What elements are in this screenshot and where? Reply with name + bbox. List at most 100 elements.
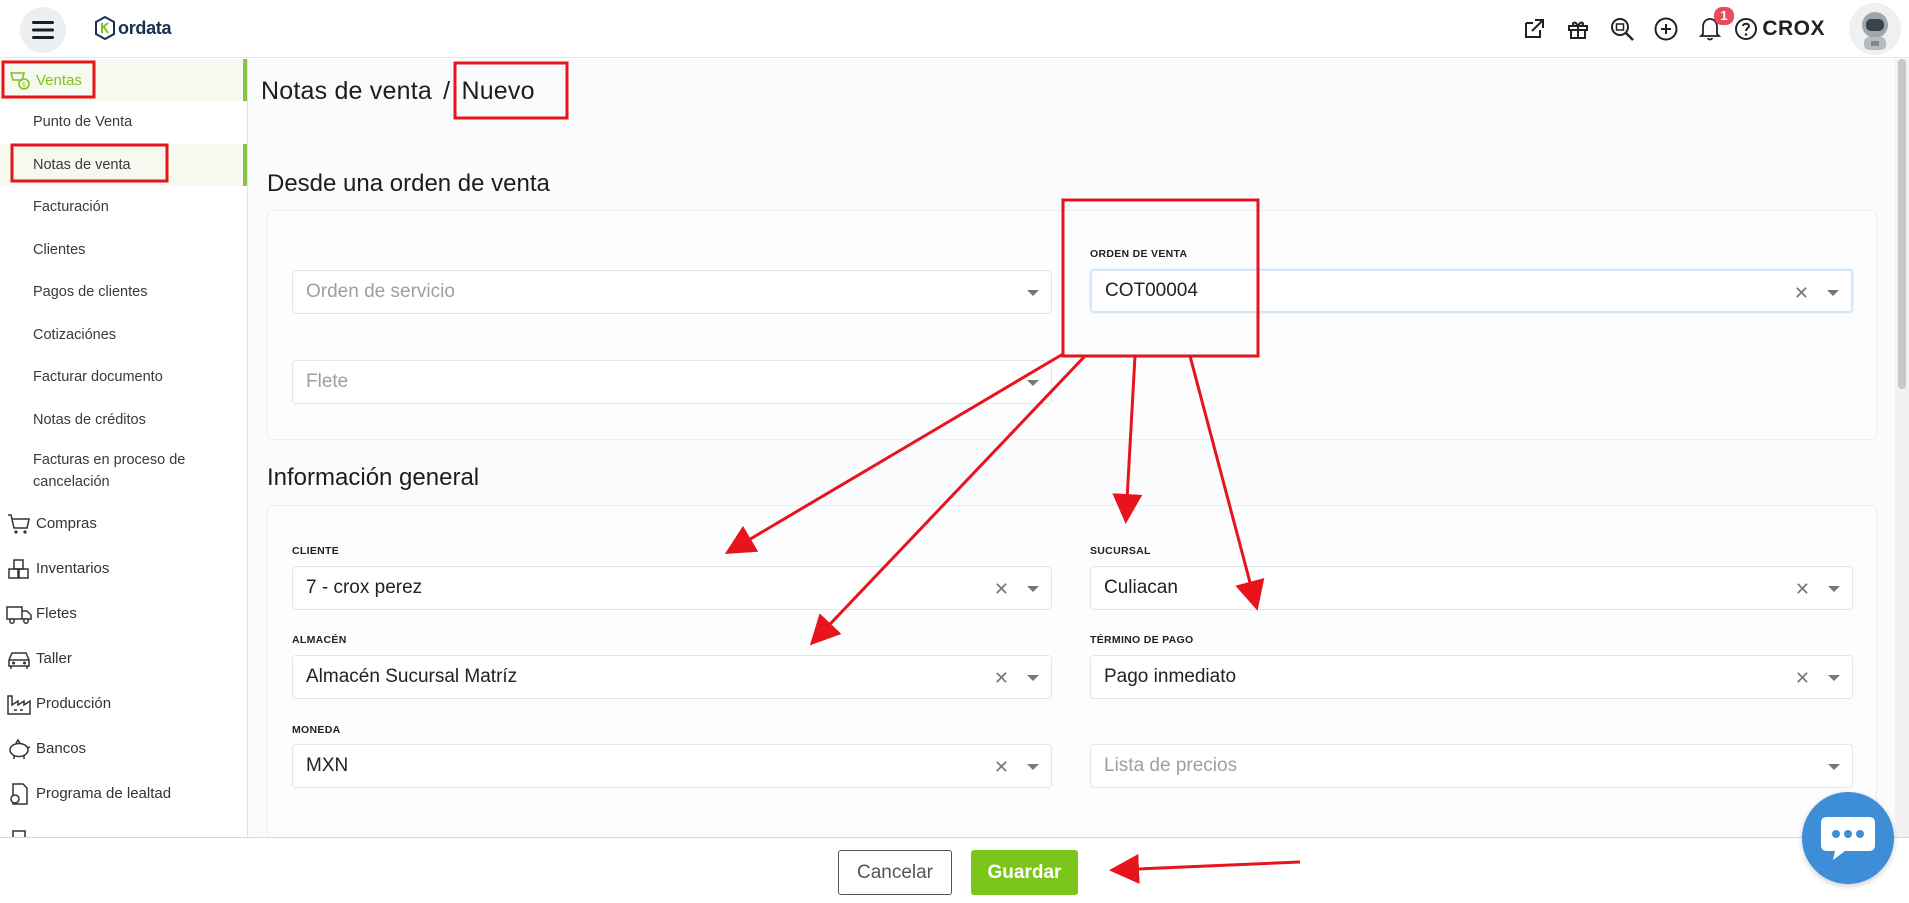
clear-icon[interactable]: ✕ <box>1795 579 1810 600</box>
card-desde-orden: Orden de servicio Flete ORDEN DE VENTA C… <box>267 210 1877 440</box>
sidebar: $ Ventas Punto de Venta Notas de venta F… <box>0 59 248 837</box>
sidebar-item-facturar-documento[interactable]: Facturar documento <box>0 356 247 399</box>
scrollbar-thumb[interactable] <box>1898 59 1906 389</box>
help-icon <box>1735 18 1758 40</box>
app-logo[interactable]: ordata <box>94 16 172 40</box>
astronaut-avatar-icon <box>1862 12 1888 50</box>
cancel-button[interactable]: Cancelar <box>838 850 952 895</box>
sidebar-item-label: Bancos <box>36 740 87 757</box>
chevron-down-icon[interactable] <box>1027 586 1039 592</box>
sidebar-item-clientes[interactable]: Clientes <box>0 229 247 272</box>
clear-icon[interactable]: ✕ <box>1794 283 1809 304</box>
almacen-label: ALMACÉN <box>292 634 347 646</box>
chevron-down-icon[interactable] <box>1027 290 1039 296</box>
sales-icon: $ <box>8 68 32 92</box>
clear-icon[interactable]: ✕ <box>994 757 1009 778</box>
chevron-down-icon[interactable] <box>1027 764 1039 770</box>
moneda-label: MONEDA <box>292 724 341 736</box>
sidebar-item-fletes[interactable]: Fletes <box>0 591 247 636</box>
sidebar-item-label: Fletes <box>36 605 77 622</box>
chevron-down-icon[interactable] <box>1027 675 1039 681</box>
menu-icon <box>32 21 54 39</box>
orden-de-servicio-select[interactable]: Orden de servicio <box>292 270 1052 314</box>
chevron-down-icon[interactable] <box>1827 290 1839 296</box>
external-link-icon <box>1525 19 1545 38</box>
sidebar-item-punto-de-venta[interactable]: Punto de Venta <box>0 101 247 144</box>
sidebar-item-compras[interactable]: Compras <box>0 501 247 546</box>
orden-de-venta-select[interactable]: COT00004 ✕ <box>1090 269 1853 313</box>
truck-icon <box>6 601 32 627</box>
boxes-icon <box>6 556 32 582</box>
sidebar-item-facturas-cancelacion[interactable]: Facturas en proceso de cancelación <box>0 441 247 501</box>
top-bar: ordata 1 CROX <box>0 0 1909 58</box>
cliente-value: 7 - crox perez <box>306 577 423 598</box>
add-button[interactable] <box>1648 11 1684 47</box>
breadcrumb-current: Nuevo <box>461 77 535 105</box>
sucursal-select[interactable]: Culiacan ✕ <box>1090 566 1853 610</box>
main-content: Notas de venta / Nuevo Desde una orden d… <box>249 59 1895 837</box>
chevron-down-icon[interactable] <box>1828 675 1840 681</box>
save-button[interactable]: Guardar <box>971 850 1078 895</box>
notification-badge: 1 <box>1714 7 1734 25</box>
user-name[interactable]: CROX <box>1762 17 1825 41</box>
sidebar-item-notas-de-venta[interactable]: Notas de venta <box>0 143 247 186</box>
sidebar-item-facturacion[interactable]: Facturación <box>0 186 247 229</box>
cliente-label: CLIENTE <box>292 545 340 557</box>
card-informacion-general: CLIENTE 7 - crox perez ✕ SUCURSAL Culiac… <box>267 505 1877 837</box>
external-link-button[interactable] <box>1516 11 1552 47</box>
chevron-down-icon[interactable] <box>1828 764 1840 770</box>
sidebar-item-label: Inventarios <box>36 560 110 577</box>
add-circle-icon <box>1654 17 1678 41</box>
moneda-select[interactable]: MXN ✕ <box>292 744 1052 788</box>
search-zoom-icon <box>1611 18 1635 41</box>
almacen-select[interactable]: Almacén Sucursal Matríz ✕ <box>292 655 1052 699</box>
sucursal-value: Culiacan <box>1104 577 1178 598</box>
sidebar-section-label: Ventas <box>36 71 82 89</box>
hamburger-menu-button[interactable] <box>20 7 66 53</box>
help-button[interactable] <box>1732 11 1760 47</box>
chevron-down-icon[interactable] <box>1828 586 1840 592</box>
lista-de-precios-select[interactable]: Lista de precios <box>1090 744 1853 788</box>
sidebar-item-cotizaciones[interactable]: Cotizaciónes <box>0 314 247 357</box>
notifications-button[interactable]: 1 <box>1692 7 1734 47</box>
sidebar-item-inventarios[interactable]: Inventarios <box>0 546 247 591</box>
sidebar-item-pagos-de-clientes[interactable]: Pagos de clientes <box>0 271 247 314</box>
cliente-select[interactable]: 7 - crox perez ✕ <box>292 566 1052 610</box>
sidebar-item-label: Compras <box>36 515 97 532</box>
sidebar-item-taller[interactable]: Taller <box>0 636 247 681</box>
chevron-down-icon[interactable] <box>1027 380 1039 386</box>
sidebar-item-more[interactable] <box>0 816 247 837</box>
sidebar-item-produccion[interactable]: Producción <box>0 681 247 726</box>
termino-de-pago-value: Pago inmediato <box>1104 666 1237 687</box>
sidebar-section-ventas[interactable]: $ Ventas <box>0 59 247 101</box>
clear-icon[interactable]: ✕ <box>994 668 1009 689</box>
sidebar-item-label: Programa de lealtad <box>36 785 172 802</box>
clear-icon[interactable]: ✕ <box>1795 668 1810 689</box>
sucursal-label: SUCURSAL <box>1090 545 1151 557</box>
sidebar-item-bancos[interactable]: Bancos <box>0 726 247 771</box>
factory-icon <box>6 691 32 717</box>
sidebar-item-label: Producción <box>36 695 112 712</box>
chat-bubble-icon <box>1821 817 1875 860</box>
page-scrollbar[interactable] <box>1895 59 1909 837</box>
gift-button[interactable] <box>1560 11 1596 47</box>
lista-de-precios-placeholder: Lista de precios <box>1104 755 1238 776</box>
breadcrumb-parent[interactable]: Notas de venta <box>261 77 432 105</box>
car-icon <box>6 646 32 672</box>
breadcrumb-separator: / <box>443 77 451 105</box>
section-title-informacion-general: Información general <box>267 464 480 491</box>
svg-text:$: $ <box>22 81 26 89</box>
sidebar-item-notas-de-creditos[interactable]: Notas de créditos <box>0 399 247 442</box>
document-icon <box>6 826 32 837</box>
search-button[interactable] <box>1604 11 1640 47</box>
orden-de-venta-label: ORDEN DE VENTA <box>1090 248 1188 260</box>
user-avatar[interactable] <box>1849 3 1901 55</box>
orden-de-venta-value: COT00004 <box>1105 280 1198 301</box>
clear-icon[interactable]: ✕ <box>994 579 1009 600</box>
sidebar-item-label: Taller <box>36 650 72 667</box>
sidebar-item-programa-de-lealtad[interactable]: Programa de lealtad <box>0 771 247 816</box>
flete-select[interactable]: Flete <box>292 360 1052 404</box>
logo-mark-icon <box>95 16 115 40</box>
chat-button[interactable] <box>1802 792 1894 884</box>
termino-de-pago-select[interactable]: Pago inmediato ✕ <box>1090 655 1853 699</box>
